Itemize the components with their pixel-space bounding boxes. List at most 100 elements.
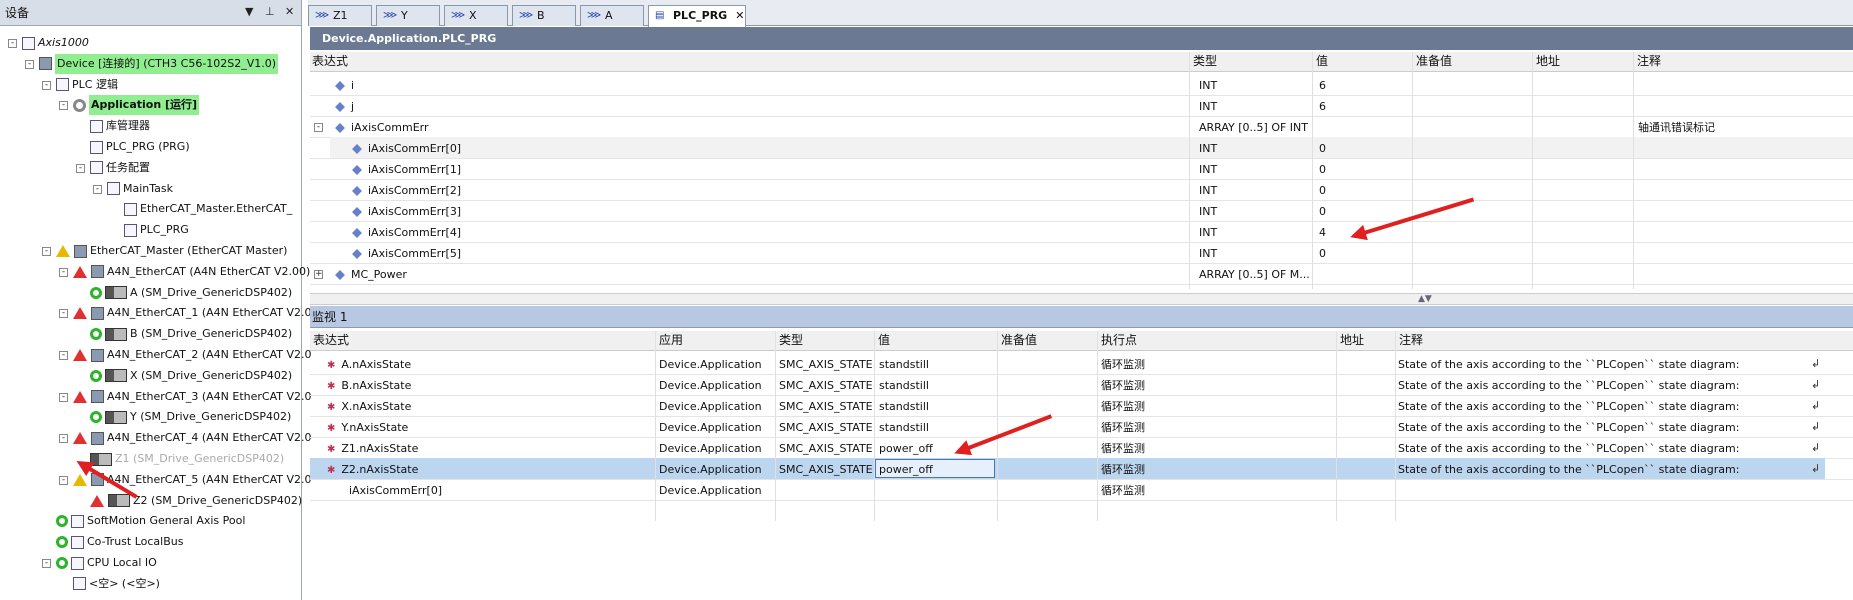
watch-value[interactable]: standstill: [879, 375, 989, 396]
comment-expand-icon[interactable]: ↲: [1811, 357, 1820, 370]
watch-row[interactable]: ✱ X.nAxisState: [327, 396, 547, 417]
watch-row[interactable]: ✱ Y.nAxisState: [327, 417, 547, 438]
tree-node[interactable]: 任务配置: [90, 158, 150, 178]
variable-value[interactable]: 6: [1319, 96, 1409, 117]
tab-plc-prg[interactable]: ▤ PLC_PRG ✕: [648, 5, 746, 27]
column-header[interactable]: 值: [878, 330, 890, 351]
column-header[interactable]: 准备值: [1001, 330, 1037, 351]
variable-row[interactable]: j: [335, 96, 735, 117]
tree-expander[interactable]: -: [59, 101, 68, 111]
tab-z1[interactable]: ⋙ Z1: [308, 5, 372, 26]
watch-row[interactable]: ✱ Z1.nAxisState: [327, 438, 547, 459]
watch-row[interactable]: ✱ Z2.nAxisState: [327, 459, 547, 480]
tree-node[interactable]: Axis1000: [22, 33, 89, 53]
watch-value[interactable]: power_off: [879, 459, 989, 480]
tree-node[interactable]: A4N_EtherCAT_1 (A4N EtherCAT V2.0: [73, 303, 312, 323]
variable-row[interactable]: iAxisCommErr: [335, 117, 735, 138]
variable-row[interactable]: MC_Power: [335, 264, 735, 285]
variable-value[interactable]: 6: [1319, 75, 1409, 96]
tree-node[interactable]: EtherCAT_Master.EtherCAT_: [124, 199, 292, 219]
tree-expander[interactable]: -: [59, 434, 68, 444]
column-header[interactable]: 类型: [1193, 51, 1217, 72]
comment-expand-icon[interactable]: ↲: [1811, 378, 1820, 391]
tab-close-icon[interactable]: ✕: [735, 9, 744, 22]
watch-value[interactable]: standstill: [879, 417, 989, 438]
tree-node[interactable]: Co-Trust LocalBus: [56, 532, 183, 552]
tree-node[interactable]: A4N_EtherCAT_3 (A4N EtherCAT V2.0: [73, 387, 312, 407]
tree-node[interactable]: A4N_EtherCAT_4 (A4N EtherCAT V2.0: [73, 428, 312, 448]
tree-node[interactable]: EtherCAT_Master (EtherCAT Master): [56, 241, 287, 261]
watch-exec-point[interactable]: 循环监测: [1101, 354, 1301, 375]
tree-node[interactable]: PLC_PRG (PRG): [90, 137, 190, 157]
tree-expander[interactable]: -: [42, 559, 51, 568]
column-header[interactable]: 地址: [1536, 51, 1560, 72]
watch-exec-point[interactable]: 循环监测: [1101, 396, 1301, 417]
column-header[interactable]: 准备值: [1416, 51, 1452, 72]
tree-node[interactable]: X (SM_Drive_GenericDSP402): [90, 366, 292, 386]
column-header[interactable]: 值: [1316, 51, 1328, 72]
variable-value[interactable]: 0: [1319, 138, 1409, 159]
watch-row[interactable]: ✱ B.nAxisState: [327, 375, 547, 396]
comment-expand-icon[interactable]: ↲: [1811, 462, 1820, 475]
tree-node[interactable]: Device [连接的] (CTH3 C56-102S2_V1.0): [39, 53, 279, 74]
watch-exec-point[interactable]: 循环监测: [1101, 417, 1301, 438]
column-header[interactable]: 表达式: [312, 51, 348, 72]
row-expander[interactable]: +: [314, 270, 323, 279]
watch-value[interactable]: standstill: [879, 396, 989, 417]
comment-expand-icon[interactable]: ↲: [1811, 420, 1820, 433]
tree-node[interactable]: PLC 逻辑: [56, 75, 118, 95]
column-header[interactable]: 地址: [1340, 330, 1364, 351]
variable-value[interactable]: 0: [1319, 159, 1409, 180]
variable-row[interactable]: iAxisCommErr[3]: [352, 201, 752, 222]
watch-exec-point[interactable]: 循环监测: [1101, 459, 1301, 480]
tree-expander[interactable]: -: [59, 309, 68, 319]
watch-value[interactable]: standstill: [879, 354, 989, 375]
tree-node[interactable]: MainTask: [107, 179, 173, 199]
splitter-grip-icon[interactable]: ▲▼: [1418, 294, 1432, 304]
splitter[interactable]: ▲▼: [310, 293, 1853, 305]
watch-exec-point[interactable]: 循环监测: [1101, 375, 1301, 396]
tree-node[interactable]: 库管理器: [90, 116, 150, 136]
variable-row[interactable]: iAxisCommErr[4]: [352, 222, 752, 243]
tree-expander[interactable]: -: [25, 59, 34, 69]
tree-node[interactable]: CPU Local IO: [56, 553, 157, 573]
tree-node[interactable]: Z2 (SM_Drive_GenericDSP402): [90, 491, 302, 511]
tab-b[interactable]: ⋙ B: [512, 5, 576, 26]
column-header[interactable]: 类型: [779, 330, 803, 351]
column-header[interactable]: 表达式: [313, 330, 349, 351]
watch-row[interactable]: iAxisCommErr[0]: [349, 480, 569, 501]
column-header[interactable]: 注释: [1637, 51, 1661, 72]
column-header[interactable]: 应用: [659, 330, 683, 351]
tree-node[interactable]: B (SM_Drive_GenericDSP402): [90, 324, 292, 344]
tree-node[interactable]: Z1 (SM_Drive_GenericDSP402): [90, 449, 284, 469]
tree-expander[interactable]: -: [59, 351, 68, 360]
tree-node[interactable]: A4N_EtherCAT (A4N EtherCAT V2.00): [73, 262, 310, 282]
tree-node[interactable]: SoftMotion General Axis Pool: [56, 511, 245, 531]
tree-node[interactable]: Y (SM_Drive_GenericDSP402): [90, 407, 291, 427]
watch-exec-point[interactable]: 循环监测: [1101, 480, 1301, 501]
tab-a[interactable]: ⋙ A: [580, 5, 644, 26]
tab-x[interactable]: ⋙ X: [444, 5, 508, 26]
variable-value[interactable]: 0: [1319, 180, 1409, 201]
tree-expander[interactable]: -: [93, 184, 102, 194]
watch-value[interactable]: [879, 480, 989, 501]
tree-node[interactable]: A4N_EtherCAT_2 (A4N EtherCAT V2.0: [73, 345, 312, 365]
variable-row[interactable]: iAxisCommErr[2]: [352, 180, 752, 201]
tree-expander[interactable]: -: [42, 247, 51, 256]
tree-node[interactable]: A (SM_Drive_GenericDSP402): [90, 283, 292, 303]
variable-value[interactable]: [1319, 264, 1409, 285]
variable-row[interactable]: iAxisCommErr[1]: [352, 159, 752, 180]
variable-row[interactable]: iAxisCommErr[0]: [352, 138, 752, 159]
watch-exec-point[interactable]: 循环监测: [1101, 438, 1301, 459]
tree-expander[interactable]: -: [59, 267, 68, 277]
watch-row[interactable]: ✱ A.nAxisState: [327, 354, 547, 375]
dropdown-arrow-icon[interactable]: ▼: [245, 5, 253, 18]
row-expander[interactable]: -: [314, 123, 323, 132]
column-header[interactable]: 执行点: [1101, 330, 1137, 351]
comment-expand-icon[interactable]: ↲: [1811, 399, 1820, 412]
tree-expander[interactable]: -: [76, 163, 85, 173]
column-header[interactable]: 注释: [1399, 330, 1423, 351]
close-icon[interactable]: ✕: [285, 5, 294, 18]
tab-y[interactable]: ⋙ Y: [376, 5, 440, 26]
tree-expander[interactable]: -: [59, 392, 68, 402]
